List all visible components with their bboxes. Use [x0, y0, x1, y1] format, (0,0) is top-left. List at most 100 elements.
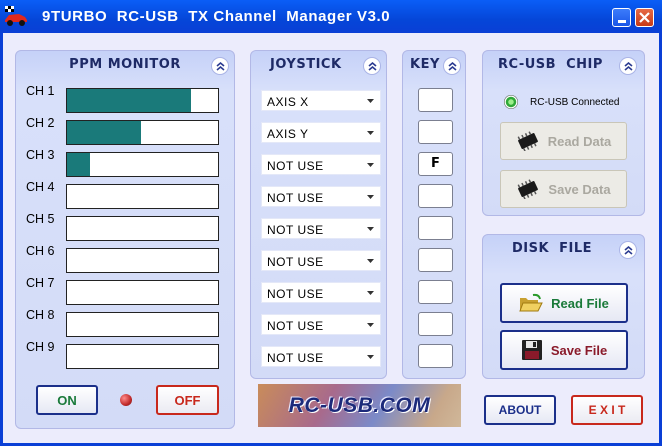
dropdown-arrow-icon[interactable] [362, 220, 379, 237]
channel-label: CH 3 [26, 148, 55, 162]
joystick-panel: JOYSTICK AXIS X AXIS Y NOT USE NOT USE NOT U… [250, 50, 387, 379]
ppm-collapse-button[interactable] [211, 57, 229, 75]
key-input[interactable] [418, 312, 453, 336]
dropdown-arrow-icon[interactable] [362, 252, 379, 269]
chevron-up-icon [215, 61, 225, 71]
key-input[interactable] [418, 280, 453, 304]
channel-level-bar [66, 248, 219, 273]
logo-text: RC-USB.COM [288, 393, 431, 417]
dropdown-arrow-icon[interactable] [362, 284, 379, 301]
channel-level-bar [66, 280, 219, 305]
joystick-select-value: NOT USE [267, 191, 324, 205]
floppy-disk-icon [521, 340, 542, 360]
key-input[interactable] [418, 88, 453, 112]
ppm-status-led [120, 394, 132, 406]
channel-level-bar [66, 152, 219, 177]
race-car-icon [5, 6, 27, 26]
chevron-up-icon [623, 61, 633, 71]
channel-label: CH 2 [26, 116, 55, 130]
chip-collapse-button[interactable] [619, 57, 637, 75]
joystick-collapse-button[interactable] [363, 57, 381, 75]
channel-level-bar [66, 88, 219, 113]
app-window: 9TURBO RC-USB TX Channel Manager V3.0 PP… [0, 0, 662, 446]
joystick-select[interactable]: AXIS X [261, 90, 381, 111]
about-button[interactable]: ABOUT [484, 395, 556, 425]
joystick-select-value: NOT USE [267, 351, 324, 365]
exit-button[interactable]: E X I T [571, 395, 643, 425]
dropdown-arrow-icon[interactable] [362, 348, 379, 365]
joystick-select-value: NOT USE [267, 159, 324, 173]
joystick-select-value: AXIS X [267, 95, 309, 109]
key-input[interactable] [418, 184, 453, 208]
channel-level-bar [66, 344, 219, 369]
chip-icon [518, 179, 539, 199]
channel-label: CH 1 [26, 84, 55, 98]
joystick-select-value: NOT USE [267, 319, 324, 333]
about-label: ABOUT [498, 403, 542, 417]
joystick-select[interactable]: NOT USE [261, 282, 381, 303]
window-title: 9TURBO RC-USB TX Channel Manager V3.0 [42, 8, 391, 25]
channel-level-fill [67, 89, 191, 112]
channel-label: CH 4 [26, 180, 55, 194]
joystick-select[interactable]: NOT USE [261, 314, 381, 335]
dropdown-arrow-icon[interactable] [362, 188, 379, 205]
joystick-select[interactable]: NOT USE [261, 154, 381, 175]
save-file-label: Save File [550, 342, 608, 358]
minimize-icon [617, 20, 626, 23]
read-data-label: Read Data [547, 133, 612, 149]
key-input[interactable] [418, 216, 453, 240]
disk-collapse-button[interactable] [619, 241, 637, 259]
joystick-select[interactable]: AXIS Y [261, 122, 381, 143]
joystick-select[interactable]: NOT USE [261, 250, 381, 271]
ppm-monitor-title: PPM MONITOR [69, 57, 181, 72]
chevron-up-icon [623, 245, 633, 255]
joystick-select-value: AXIS Y [267, 127, 309, 141]
key-input[interactable] [418, 248, 453, 272]
disk-file-panel: DISK FILE Read File Save File [482, 234, 645, 379]
channel-level-bar [66, 184, 219, 209]
joystick-select[interactable]: NOT USE [261, 218, 381, 239]
channel-level-bar [66, 120, 219, 145]
key-panel: KEY F [402, 50, 466, 379]
dropdown-arrow-icon[interactable] [362, 156, 379, 173]
ppm-off-button[interactable]: OFF [156, 385, 219, 415]
joystick-select-value: NOT USE [267, 255, 324, 269]
read-file-button[interactable]: Read File [500, 283, 628, 323]
key-input[interactable] [418, 344, 453, 368]
channel-label: CH 5 [26, 212, 55, 226]
chip-icon [517, 131, 538, 151]
save-data-button[interactable]: Save Data [500, 170, 627, 208]
exit-label: E X I T [588, 403, 626, 417]
dropdown-arrow-icon[interactable] [362, 124, 379, 141]
channel-label: CH 6 [26, 244, 55, 258]
key-collapse-button[interactable] [443, 57, 461, 75]
close-icon [639, 12, 650, 23]
close-button[interactable] [635, 8, 654, 27]
ppm-on-button[interactable]: ON [36, 385, 98, 415]
ppm-monitor-panel: PPM MONITOR CH 1 CH 2 CH 3 CH 4 CH 5 CH 6 CH 7… [15, 50, 235, 429]
channel-level-bar [66, 216, 219, 241]
dropdown-arrow-icon[interactable] [362, 316, 379, 333]
title-bar[interactable]: 9TURBO RC-USB TX Channel Manager V3.0 [0, 0, 662, 33]
channel-level-bar [66, 312, 219, 337]
key-input[interactable]: F [418, 152, 453, 176]
channel-label: CH 9 [26, 340, 55, 354]
client-area: PPM MONITOR CH 1 CH 2 CH 3 CH 4 CH 5 CH 6 CH 7… [3, 33, 659, 443]
joystick-select-value: NOT USE [267, 223, 324, 237]
save-data-label: Save Data [548, 181, 611, 197]
dropdown-arrow-icon[interactable] [362, 92, 379, 109]
key-input[interactable] [418, 120, 453, 144]
rc-usb-chip-panel: RC-USB CHIP RC-USB Connected Read Data S… [482, 50, 645, 216]
channel-level-fill [67, 121, 141, 144]
joystick-select[interactable]: NOT USE [261, 346, 381, 367]
read-data-button[interactable]: Read Data [500, 122, 627, 160]
save-file-button[interactable]: Save File [500, 330, 628, 370]
minimize-button[interactable] [612, 8, 631, 27]
joystick-select-value: NOT USE [267, 287, 324, 301]
chevron-up-icon [367, 61, 377, 71]
channel-label: CH 8 [26, 308, 55, 322]
joystick-select[interactable]: NOT USE [261, 186, 381, 207]
channel-level-fill [67, 153, 90, 176]
ppm-off-label: OFF [174, 392, 201, 408]
ppm-on-label: ON [57, 392, 77, 408]
